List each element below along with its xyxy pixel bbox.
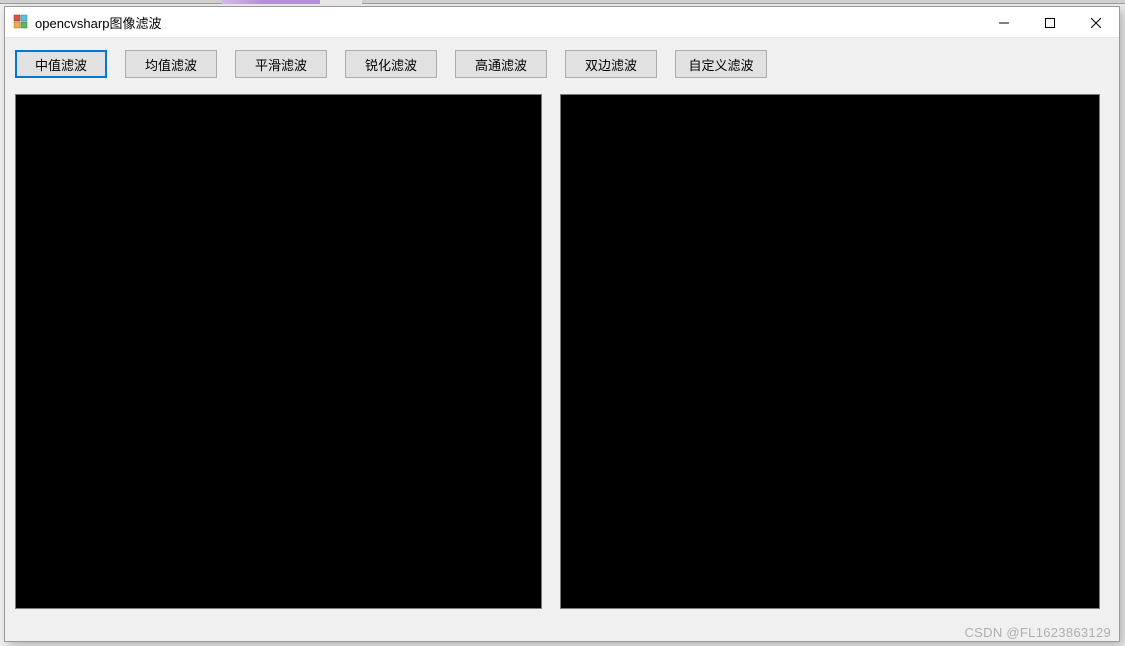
parent-window-edge xyxy=(0,0,1125,4)
client-area: 中值滤波 均值滤波 平滑滤波 锐化滤波 高通滤波 双边滤波 自定义滤波 xyxy=(5,38,1119,641)
minimize-button[interactable] xyxy=(981,7,1027,38)
median-filter-button[interactable]: 中值滤波 xyxy=(15,50,107,78)
background-tab-hint xyxy=(222,0,362,4)
smooth-filter-button[interactable]: 平滑滤波 xyxy=(235,50,327,78)
app-icon xyxy=(13,14,29,30)
bilateral-filter-button[interactable]: 双边滤波 xyxy=(565,50,657,78)
app-window: opencvsharp图像滤波 中值滤波 均值滤波 平滑滤波 锐化滤波 高通滤波… xyxy=(4,6,1120,642)
source-image-panel xyxy=(15,94,542,609)
sharpen-filter-button[interactable]: 锐化滤波 xyxy=(345,50,437,78)
close-button[interactable] xyxy=(1073,7,1119,38)
highpass-filter-button[interactable]: 高通滤波 xyxy=(455,50,547,78)
maximize-button[interactable] xyxy=(1027,7,1073,38)
filter-button-row: 中值滤波 均值滤波 平滑滤波 锐化滤波 高通滤波 双边滤波 自定义滤波 xyxy=(5,38,1119,90)
window-controls xyxy=(981,7,1119,37)
image-area xyxy=(5,90,1119,641)
titlebar-left: opencvsharp图像滤波 xyxy=(5,13,161,32)
result-image-panel xyxy=(560,94,1100,609)
titlebar[interactable]: opencvsharp图像滤波 xyxy=(5,7,1119,38)
mean-filter-button[interactable]: 均值滤波 xyxy=(125,50,217,78)
custom-filter-button[interactable]: 自定义滤波 xyxy=(675,50,767,78)
window-title: opencvsharp图像滤波 xyxy=(35,13,161,32)
